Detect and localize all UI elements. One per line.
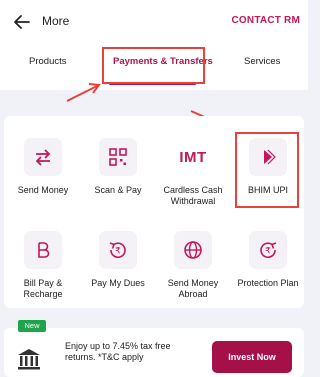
send-money-abroad-item[interactable]: Send Money Abroad: [158, 231, 228, 300]
send-money-item[interactable]: Send Money: [8, 138, 78, 196]
bank-icon: [18, 349, 40, 370]
grid-item-label: Send Money: [17, 185, 69, 195]
rupee-shield-icon: ₹: [260, 242, 277, 258]
new-badge: New: [18, 320, 46, 332]
contact-rm-link[interactable]: CONTACT RM: [232, 15, 300, 26]
scan-pay-item[interactable]: Scan & Pay: [83, 138, 153, 196]
back-arrow-icon[interactable]: [12, 12, 32, 32]
top-bar: More CONTACT RM: [0, 0, 308, 44]
bill-pay-item[interactable]: Bill Pay & Recharge: [8, 231, 78, 300]
protection-plan-item[interactable]: ₹ Protection Plan: [233, 231, 303, 289]
tab-products[interactable]: Products: [29, 56, 67, 67]
swap-arrows-icon: [35, 149, 51, 166]
tab-services[interactable]: Services: [244, 56, 280, 67]
highlight-box-tab: [102, 47, 205, 84]
svg-text:₹: ₹: [265, 247, 271, 257]
grid-item-label: Cardless Cash Withdrawal: [163, 185, 223, 206]
imt-icon: IMT: [179, 148, 207, 166]
grid-item-label: Pay My Dues: [91, 278, 145, 288]
highlight-box-bhim-upi: [235, 132, 299, 208]
annotation-arrow-icon: [66, 83, 101, 102]
grid-item-label: Protection Plan: [237, 278, 299, 288]
rupee-refresh-icon: ₹: [109, 242, 126, 258]
svg-text:₹: ₹: [115, 247, 121, 257]
grid-item-label: Send Money Abroad: [167, 278, 219, 299]
invest-now-button[interactable]: Invest Now: [212, 341, 292, 373]
grid-item-label: Scan & Pay: [94, 185, 142, 195]
pay-my-dues-item[interactable]: ₹ Pay My Dues: [83, 231, 153, 289]
qr-code-icon: [109, 148, 127, 166]
page-title: More: [42, 14, 70, 28]
grid-item-label: Bill Pay & Recharge: [23, 278, 63, 299]
promo-text: Enjoy up to 7.45% tax free returns. *T&C…: [65, 341, 171, 362]
bill-pay-icon: [38, 242, 50, 258]
globe-icon: [184, 241, 202, 259]
cardless-cash-item[interactable]: IMT Cardless Cash Withdrawal: [158, 138, 228, 207]
